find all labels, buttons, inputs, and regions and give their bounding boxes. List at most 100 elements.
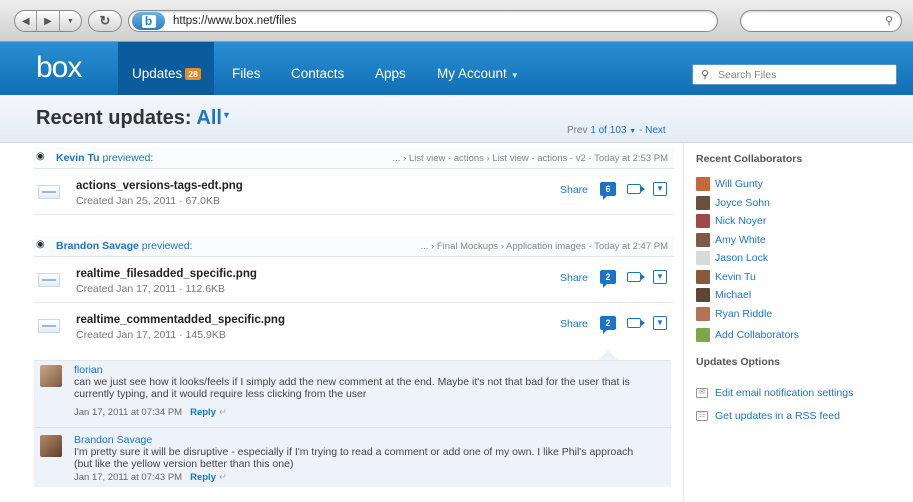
nav-contacts[interactable]: Contacts: [291, 66, 344, 81]
chevron-down-icon[interactable]: ▼: [629, 128, 636, 135]
tag-icon[interactable]: [627, 318, 645, 328]
event-header: ◉ Kevin Tu previewed: ... › List view - …: [34, 147, 674, 169]
next-link[interactable]: Next: [645, 125, 666, 136]
add-collaborators-link[interactable]: Add Collaborators: [696, 327, 799, 343]
avatar[interactable]: [40, 435, 62, 457]
comment-meta: Jan 17, 2011 at 07:34 PM Reply ↵: [74, 407, 227, 418]
comment-meta: Jan 17, 2011 at 07:43 PM Reply ↵: [74, 472, 227, 483]
file-row[interactable]: realtime_commentadded_specific.png Creat…: [34, 305, 674, 349]
nav-updates[interactable]: Updates 28: [132, 66, 201, 81]
comments-pointer: [598, 350, 618, 360]
collaborator-item[interactable]: Amy White: [696, 232, 766, 248]
address-bar[interactable]: b https://www.box.net/files: [128, 10, 718, 32]
updates-options-heading: Updates Options: [696, 356, 781, 368]
file-name[interactable]: realtime_commentadded_specific.png: [76, 314, 285, 326]
collaborator-name: Nick Noyer: [715, 215, 767, 227]
folder-path[interactable]: ... › List view - actions › List view - …: [393, 153, 586, 164]
collaborator-name: Will Gunty: [715, 178, 763, 190]
search-icon: ⚲: [884, 15, 893, 27]
event-actor: Kevin Tu previewed:: [56, 152, 153, 164]
collaborator-name: Amy White: [715, 233, 766, 246]
more-options-dropdown-icon[interactable]: ▼: [653, 270, 667, 284]
history-nav: ◀ ▶ ▼: [14, 10, 82, 32]
avatar: [696, 288, 710, 302]
event-breadcrumb: ... › List view - actions › List view - …: [392, 153, 668, 164]
nav-my-account[interactable]: My Account ▼: [437, 66, 519, 81]
forward-button[interactable]: ▶: [36, 11, 58, 31]
history-dropdown-icon[interactable]: ▼: [58, 11, 81, 31]
app-header: box Updates 28 Files Contacts Apps My Acc…: [0, 42, 913, 95]
nav-updates-label: Updates: [132, 66, 183, 81]
nav-my-account-label: My Account: [437, 66, 507, 81]
rss-feed-link[interactable]: ☷ Get updates in a RSS feed: [696, 410, 840, 422]
nav-apps[interactable]: Apps: [375, 66, 406, 81]
more-options-dropdown-icon[interactable]: ▼: [653, 182, 667, 196]
comment-author[interactable]: Brandon Savage: [74, 434, 152, 446]
collaborator-item[interactable]: Ryan Riddle: [696, 306, 772, 322]
file-row[interactable]: actions_versions-tags-edt.png Created Ja…: [34, 171, 674, 215]
tag-icon[interactable]: [627, 272, 645, 282]
collaborator-name: Michael: [715, 289, 752, 301]
sidebar: Recent Collaborators Will Gunty Joyce Soh…: [683, 143, 913, 502]
comment-count-icon[interactable]: 6: [600, 182, 616, 200]
avatar: [696, 251, 710, 265]
file-thumbnail-icon[interactable]: [38, 319, 60, 333]
box-logo[interactable]: box: [36, 51, 82, 85]
reply-arrow-icon: ↵: [218, 472, 227, 483]
collaborator-item[interactable]: Joyce Sohn: [696, 195, 770, 211]
user-link[interactable]: Brandon Savage: [56, 240, 139, 252]
chevron-down-icon[interactable]: ▼: [222, 110, 231, 120]
file-name[interactable]: realtime_filesadded_specific.png: [76, 268, 257, 280]
search-placeholder: Search Files: [718, 69, 777, 81]
add-collaborators-label: Add Collaborators: [715, 329, 800, 341]
collaborator-item[interactable]: Will Gunty: [696, 176, 763, 192]
user-link[interactable]: Kevin Tu: [56, 152, 100, 164]
share-link[interactable]: Share: [560, 318, 588, 330]
back-button[interactable]: ◀: [15, 11, 36, 31]
divider: [34, 427, 671, 428]
edit-email-settings-link[interactable]: ✉ Edit email notification settings: [696, 387, 853, 399]
collaborator-item[interactable]: Michael: [696, 287, 751, 303]
url-text[interactable]: https://www.box.net/files: [173, 15, 296, 27]
comment-count-icon[interactable]: 2: [600, 270, 616, 288]
updates-count-badge: 28: [185, 68, 201, 80]
page-title: Recent updates: All▼: [36, 107, 231, 129]
add-user-icon: [696, 328, 710, 342]
avatar: [696, 214, 710, 228]
comment-count-icon[interactable]: 2: [600, 316, 616, 334]
avatar[interactable]: [40, 365, 62, 387]
edit-email-settings-label: Edit email notification settings: [715, 387, 854, 399]
reload-button[interactable]: ↻: [88, 10, 122, 32]
collaborator-item[interactable]: Kevin Tu: [696, 269, 756, 285]
comment-date: Jan 17, 2011 at 07:43 PM: [74, 472, 183, 483]
page-range-dropdown[interactable]: 1 of 103: [590, 125, 626, 136]
search-files-input[interactable]: ⚲ Search Files: [692, 64, 897, 85]
collaborator-item[interactable]: Nick Noyer: [696, 213, 766, 229]
reply-link[interactable]: Reply: [190, 407, 216, 418]
folder-path[interactable]: ... › Final Mockups › Application images: [421, 241, 586, 252]
file-meta: Created Jan 17, 2011 · 145.9KB: [76, 329, 226, 341]
nav-files[interactable]: Files: [232, 66, 261, 81]
collaborator-item[interactable]: Jason Lock: [696, 250, 768, 266]
avatar: [696, 232, 710, 247]
comment-date: Jan 17, 2011 at 07:34 PM: [74, 407, 183, 418]
comment-author[interactable]: florian: [74, 364, 103, 376]
pager-separator: -: [639, 125, 643, 136]
file-row[interactable]: realtime_filesadded_specific.png Created…: [34, 259, 674, 303]
more-options-dropdown-icon[interactable]: ▼: [653, 316, 667, 330]
file-name[interactable]: actions_versions-tags-edt.png: [76, 180, 243, 192]
avatar: [696, 306, 710, 321]
eye-icon: ◉: [36, 239, 45, 250]
share-link[interactable]: Share: [560, 272, 588, 284]
browser-search-field[interactable]: ⚲: [740, 10, 902, 32]
reply-link[interactable]: Reply: [190, 472, 216, 483]
share-link[interactable]: Share: [560, 184, 588, 196]
prev-link[interactable]: Prev: [567, 125, 588, 136]
filter-dropdown[interactable]: All: [196, 107, 222, 129]
tag-icon[interactable]: [627, 184, 645, 194]
event-time: Today at 2:53 PM: [594, 153, 668, 164]
recent-collaborators-heading: Recent Collaborators: [696, 153, 803, 165]
file-thumbnail-icon[interactable]: [38, 273, 60, 287]
file-thumbnail-icon[interactable]: [38, 185, 60, 199]
event-time: Today at 2:47 PM: [594, 241, 668, 252]
